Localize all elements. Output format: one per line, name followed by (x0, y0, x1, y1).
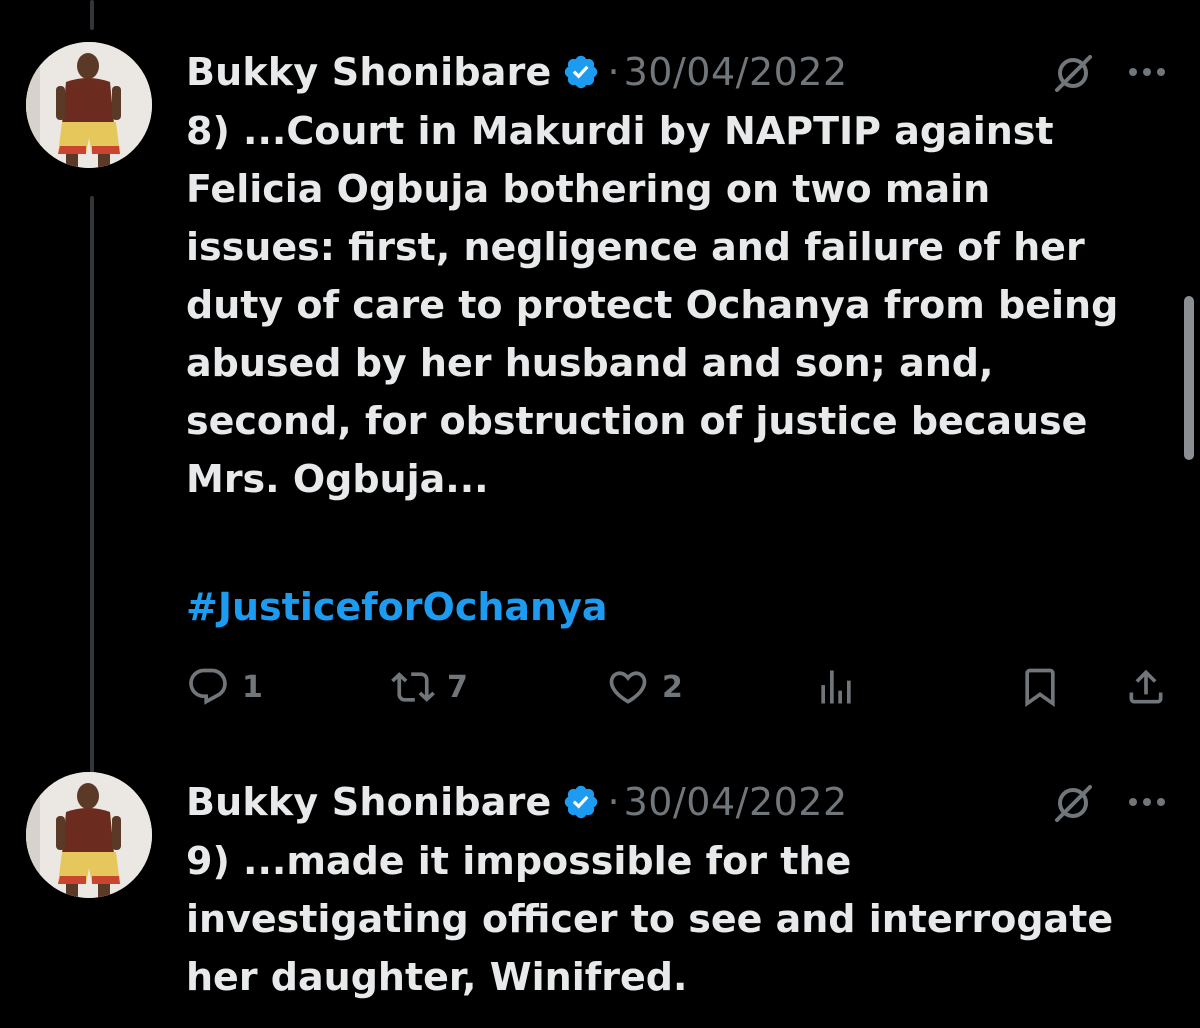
tweet-text: 9) ...made it impossible for the investi… (186, 839, 1114, 999)
tweet-text: 8) ...Court in Makurdi by NAPTIP against… (186, 109, 1119, 501)
author-name[interactable]: Bukky Shonibare (186, 50, 552, 94)
retweet-button[interactable]: 7 (391, 662, 468, 712)
tweet-actions: 1 7 2 (186, 662, 1176, 712)
tweet-top-icons (1000, 50, 1200, 94)
more-icon[interactable] (1125, 54, 1169, 90)
grok-icon[interactable] (1052, 52, 1094, 94)
hashtag-link[interactable]: #JusticeforOchanya (186, 578, 608, 636)
avatar[interactable] (26, 772, 152, 898)
like-button[interactable]: 2 (606, 662, 683, 712)
reply-icon (186, 665, 230, 709)
separator-dot: · (607, 50, 620, 94)
tweet-header: Bukky Shonibare · 30/04/2022 (186, 772, 848, 832)
retweet-count: 7 (447, 669, 468, 705)
views-button[interactable] (814, 662, 858, 712)
more-icon[interactable] (1125, 784, 1169, 820)
tweet[interactable]: Bukky Shonibare · 30/04/2022 8) ...Court… (0, 42, 1200, 732)
tweet-top-icons (1000, 780, 1200, 824)
reply-count: 1 (242, 669, 263, 705)
tweet-date[interactable]: 30/04/2022 (624, 780, 848, 824)
grok-icon[interactable] (1052, 782, 1094, 824)
tweet-header: Bukky Shonibare · 30/04/2022 (186, 42, 848, 102)
reply-button[interactable]: 1 (186, 662, 263, 712)
verified-badge-icon (562, 783, 600, 821)
separator-dot: · (607, 780, 620, 824)
author-name[interactable]: Bukky Shonibare (186, 780, 552, 824)
share-icon (1124, 665, 1168, 709)
verified-badge-icon (562, 53, 600, 91)
views-icon (814, 665, 858, 709)
tweet[interactable]: Bukky Shonibare · 30/04/2022 9) ...made … (0, 772, 1200, 1028)
scrollbar[interactable] (1184, 296, 1194, 460)
share-button[interactable] (1124, 662, 1168, 712)
retweet-icon (391, 665, 435, 709)
like-icon (606, 665, 650, 709)
bookmark-button[interactable] (1018, 662, 1062, 712)
tweet-date[interactable]: 30/04/2022 (624, 50, 848, 94)
thread-line-top (90, 0, 94, 30)
avatar[interactable] (26, 42, 152, 168)
like-count: 2 (662, 669, 683, 705)
bookmark-icon (1018, 665, 1062, 709)
